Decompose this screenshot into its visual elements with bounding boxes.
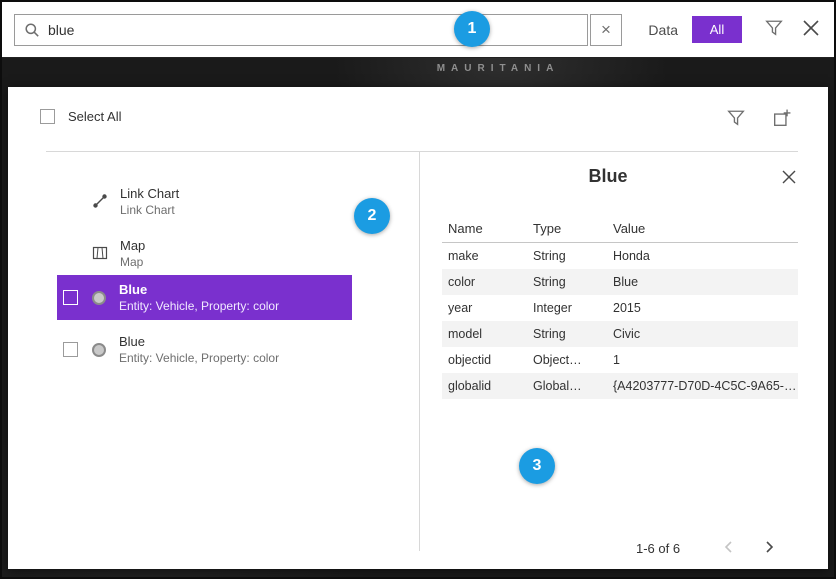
- add-to-map-button[interactable]: [772, 109, 792, 129]
- item-text: Blue Entity: Vehicle, Property: color: [119, 334, 279, 365]
- cell-value: Blue: [607, 275, 798, 289]
- pagination: 1-6 of 6: [636, 535, 796, 561]
- cell-type: String: [527, 249, 607, 263]
- item-checkbox[interactable]: [63, 290, 78, 305]
- search-results-panel: Select All Link Chart L: [8, 87, 828, 569]
- detail-close-button[interactable]: [778, 167, 800, 189]
- filter-button[interactable]: [764, 20, 784, 40]
- cell-value: Honda: [607, 249, 798, 263]
- cell-name: color: [442, 275, 527, 289]
- cell-name: model: [442, 327, 527, 341]
- close-search-button[interactable]: [800, 19, 822, 41]
- select-all-label: Select All: [68, 109, 121, 124]
- chevron-left-icon: [720, 538, 738, 559]
- cell-value: Civic: [607, 327, 798, 341]
- cell-name: year: [442, 301, 527, 315]
- cell-name: make: [442, 249, 527, 263]
- item-title: Map: [120, 238, 145, 253]
- table-row: color String Blue: [442, 269, 798, 295]
- property-table: Name Type Value make String Honda color …: [442, 215, 798, 399]
- search-toolbar: × Data All: [2, 2, 834, 58]
- table-row: model String Civic: [442, 321, 798, 347]
- cell-name: objectid: [442, 353, 527, 367]
- cell-type: String: [527, 275, 607, 289]
- item-title: Blue: [119, 282, 279, 297]
- result-item-link-chart[interactable]: Link Chart Link Chart: [57, 180, 352, 222]
- select-all-row: Select All: [40, 109, 121, 124]
- add-layer-icon: [773, 109, 791, 130]
- clear-search-button[interactable]: ×: [590, 14, 622, 46]
- search-icon: [24, 22, 40, 38]
- item-subtitle: Map: [120, 255, 145, 269]
- item-text: Blue Entity: Vehicle, Property: color: [119, 282, 279, 313]
- app-window: MAURITANIA × Data All 1 2: [0, 0, 836, 579]
- filter-icon: [727, 109, 745, 130]
- entity-icon: [92, 343, 106, 357]
- item-text: Map Map: [120, 238, 145, 269]
- search-input[interactable]: [48, 22, 578, 38]
- item-checkbox[interactable]: [63, 342, 78, 357]
- callout-badge-1: 1: [454, 11, 490, 47]
- close-icon: [781, 169, 797, 188]
- panel-divider: [46, 151, 798, 152]
- close-icon: [801, 18, 821, 41]
- cell-type: Object…: [527, 353, 607, 367]
- table-row: make String Honda: [442, 243, 798, 269]
- cell-type: Integer: [527, 301, 607, 315]
- item-subtitle: Entity: Vehicle, Property: color: [119, 351, 279, 365]
- previous-page-button[interactable]: [716, 535, 742, 561]
- cell-type: Global…: [527, 379, 607, 393]
- result-item-blue-selected[interactable]: Blue Entity: Vehicle, Property: color: [57, 275, 352, 320]
- map-icon: [92, 245, 108, 261]
- table-row: year Integer 2015: [442, 295, 798, 321]
- table-row: objectid Object… 1: [442, 347, 798, 373]
- detail-title: Blue: [428, 166, 788, 187]
- data-scope-label: Data: [648, 22, 678, 38]
- column-header: Name: [442, 221, 527, 236]
- callout-badge-3: 3: [519, 448, 555, 484]
- link-chart-icon: [92, 193, 108, 209]
- map-country-label: MAURITANIA: [162, 63, 834, 74]
- filter-icon: [765, 19, 783, 40]
- item-title: Link Chart: [120, 186, 179, 201]
- toolbar-right-group: Data All: [648, 16, 822, 43]
- entity-icon: [92, 291, 106, 305]
- select-all-checkbox[interactable]: [40, 109, 55, 124]
- chevron-right-icon: [760, 538, 778, 559]
- cell-value: 2015: [607, 301, 798, 315]
- column-header: Value: [607, 221, 798, 236]
- next-page-button[interactable]: [756, 535, 782, 561]
- result-item-blue[interactable]: Blue Entity: Vehicle, Property: color: [57, 327, 352, 372]
- table-header: Name Type Value: [442, 215, 798, 243]
- cell-name: globalid: [442, 379, 527, 393]
- detail-divider: [419, 151, 420, 551]
- cell-value: {A4203777-D70D-4C5C-9A65-C…: [607, 379, 798, 393]
- item-text: Link Chart Link Chart: [120, 186, 179, 217]
- column-header: Type: [527, 221, 607, 236]
- all-filter-button[interactable]: All: [692, 16, 742, 43]
- page-range-label: 1-6 of 6: [636, 541, 680, 556]
- panel-tools: [726, 109, 792, 129]
- result-item-map[interactable]: Map Map: [57, 232, 352, 274]
- item-subtitle: Link Chart: [120, 203, 179, 217]
- table-row: globalid Global… {A4203777-D70D-4C5C-9A6…: [442, 373, 798, 399]
- panel-filter-button[interactable]: [726, 109, 746, 129]
- item-title: Blue: [119, 334, 279, 349]
- search-box[interactable]: [14, 14, 588, 46]
- callout-badge-2: 2: [354, 198, 390, 234]
- cell-type: String: [527, 327, 607, 341]
- cell-value: 1: [607, 353, 798, 367]
- item-subtitle: Entity: Vehicle, Property: color: [119, 299, 279, 313]
